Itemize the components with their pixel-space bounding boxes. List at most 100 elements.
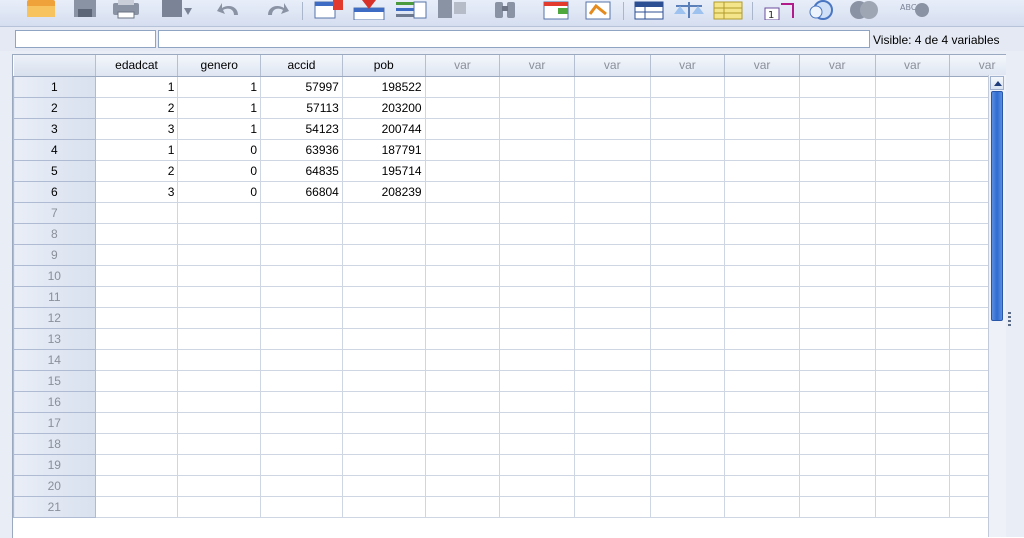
row-number[interactable]: 9: [14, 244, 96, 265]
data-cell[interactable]: [425, 412, 500, 433]
data-cell[interactable]: [95, 454, 178, 475]
data-cell[interactable]: [875, 454, 950, 475]
data-cell[interactable]: [500, 370, 575, 391]
data-cell[interactable]: [574, 139, 650, 160]
data-cell[interactable]: [261, 286, 343, 307]
data-cell[interactable]: [725, 76, 800, 97]
data-cell[interactable]: [799, 97, 875, 118]
data-cell[interactable]: [650, 181, 725, 202]
data-cell[interactable]: [875, 202, 950, 223]
data-cell[interactable]: [425, 97, 500, 118]
data-cell[interactable]: [500, 244, 575, 265]
data-cell[interactable]: [574, 265, 650, 286]
row-number[interactable]: 2: [14, 97, 96, 118]
data-cell[interactable]: [178, 349, 261, 370]
data-cell[interactable]: [725, 97, 800, 118]
data-cell[interactable]: [650, 97, 725, 118]
cell-value-field[interactable]: [158, 30, 870, 48]
data-cell[interactable]: [95, 286, 178, 307]
data-cell[interactable]: [425, 76, 500, 97]
data-cell[interactable]: [500, 97, 575, 118]
data-cell[interactable]: [875, 286, 950, 307]
select-cases-icon[interactable]: [712, 0, 744, 20]
data-cell[interactable]: [650, 160, 725, 181]
data-cell[interactable]: [95, 370, 178, 391]
data-cell[interactable]: [875, 244, 950, 265]
data-cell[interactable]: [500, 412, 575, 433]
data-cell[interactable]: [799, 412, 875, 433]
data-cell[interactable]: [799, 370, 875, 391]
data-cell[interactable]: [650, 391, 725, 412]
row-number[interactable]: 11: [14, 286, 96, 307]
vertical-scrollbar[interactable]: [988, 75, 1006, 537]
data-cell[interactable]: [342, 496, 425, 517]
goto-variable-icon[interactable]: [352, 0, 386, 20]
data-cell[interactable]: [500, 454, 575, 475]
data-cell[interactable]: [875, 412, 950, 433]
data-cell[interactable]: [799, 160, 875, 181]
split-file-icon[interactable]: [633, 0, 665, 20]
data-cell[interactable]: [342, 454, 425, 475]
variables-icon[interactable]: [394, 0, 428, 20]
data-cell[interactable]: [574, 76, 650, 97]
data-cell[interactable]: [725, 433, 800, 454]
data-cell[interactable]: [342, 202, 425, 223]
data-cell[interactable]: [342, 370, 425, 391]
row-number[interactable]: 13: [14, 328, 96, 349]
data-cell[interactable]: 195714: [342, 160, 425, 181]
data-cell[interactable]: [95, 223, 178, 244]
data-cell[interactable]: [500, 475, 575, 496]
data-cell[interactable]: [95, 265, 178, 286]
data-cell[interactable]: [875, 349, 950, 370]
data-cell[interactable]: [574, 181, 650, 202]
data-cell[interactable]: [725, 265, 800, 286]
data-cell[interactable]: [725, 160, 800, 181]
data-cell[interactable]: 1: [178, 97, 261, 118]
data-cell[interactable]: [875, 475, 950, 496]
data-cell[interactable]: 208239: [342, 181, 425, 202]
grid-corner[interactable]: [14, 55, 96, 76]
data-cell[interactable]: [799, 433, 875, 454]
data-cell[interactable]: [178, 244, 261, 265]
data-cell[interactable]: [799, 244, 875, 265]
data-cell[interactable]: [875, 265, 950, 286]
data-cell[interactable]: [425, 391, 500, 412]
data-cell[interactable]: [875, 160, 950, 181]
data-cell[interactable]: 64835: [261, 160, 343, 181]
data-cell[interactable]: [425, 139, 500, 160]
data-cell[interactable]: [500, 181, 575, 202]
window-splitter[interactable]: [1006, 54, 1024, 537]
row-number[interactable]: 20: [14, 475, 96, 496]
data-cell[interactable]: [178, 496, 261, 517]
spell-check-icon[interactable]: ABC: [896, 0, 936, 20]
data-cell[interactable]: [725, 181, 800, 202]
data-cell[interactable]: 3: [95, 118, 178, 139]
redo-icon[interactable]: [262, 0, 290, 20]
data-cell[interactable]: [875, 139, 950, 160]
data-cell[interactable]: [178, 370, 261, 391]
data-cell[interactable]: [95, 433, 178, 454]
data-cell[interactable]: [342, 307, 425, 328]
data-cell[interactable]: [875, 181, 950, 202]
data-cell[interactable]: [342, 349, 425, 370]
row-number[interactable]: 3: [14, 118, 96, 139]
row-number[interactable]: 18: [14, 433, 96, 454]
data-cell[interactable]: [725, 286, 800, 307]
data-cell[interactable]: [574, 370, 650, 391]
row-number[interactable]: 14: [14, 349, 96, 370]
data-cell[interactable]: 57113: [261, 97, 343, 118]
data-cell[interactable]: [574, 160, 650, 181]
data-cell[interactable]: [574, 412, 650, 433]
data-cell[interactable]: [500, 496, 575, 517]
data-cell[interactable]: [425, 433, 500, 454]
data-cell[interactable]: [574, 118, 650, 139]
column-header[interactable]: accid: [261, 55, 343, 76]
data-cell[interactable]: [875, 223, 950, 244]
data-cell[interactable]: [95, 244, 178, 265]
data-cell[interactable]: [725, 349, 800, 370]
data-cell[interactable]: [725, 307, 800, 328]
data-cell[interactable]: [425, 349, 500, 370]
data-cell[interactable]: 187791: [342, 139, 425, 160]
value-labels-icon[interactable]: 1: [763, 0, 797, 20]
data-cell[interactable]: 1: [178, 76, 261, 97]
